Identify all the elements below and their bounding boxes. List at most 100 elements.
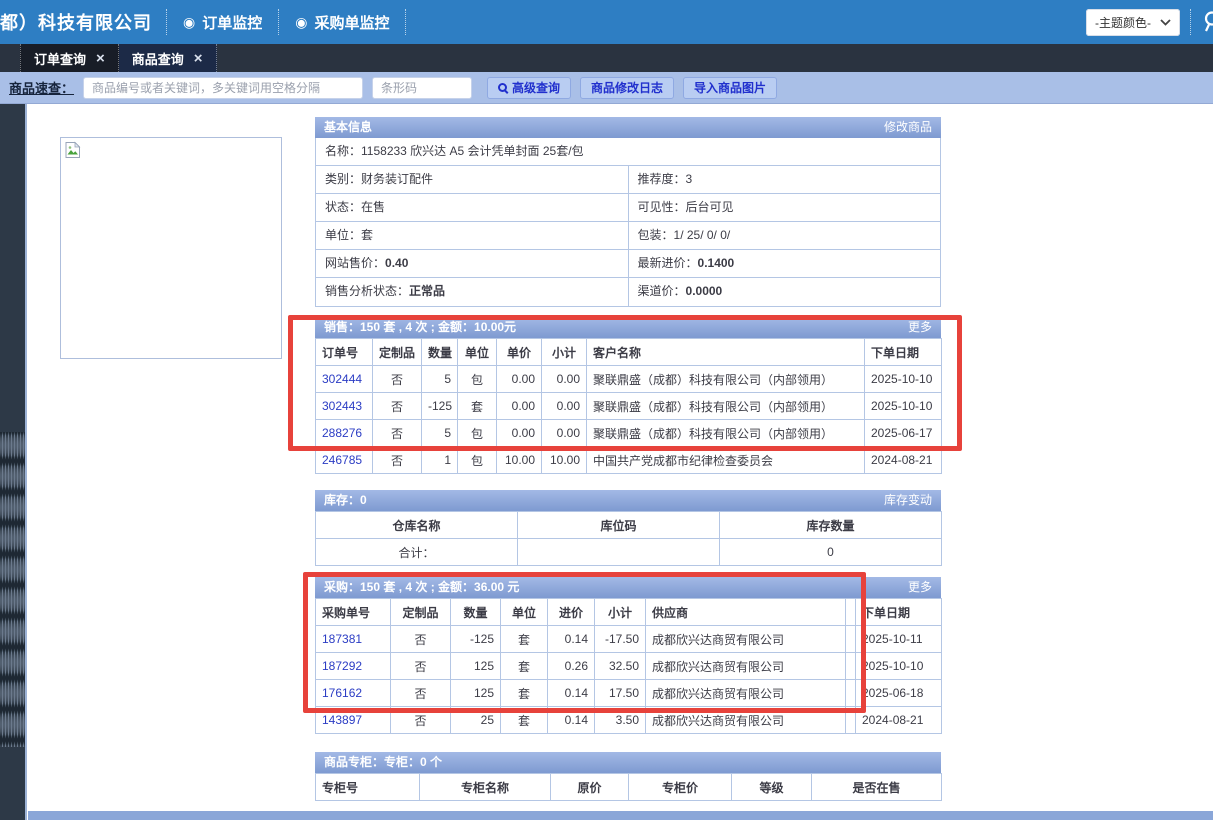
- table-cell: 17.50: [595, 680, 646, 707]
- field-label: 最新进价：: [638, 256, 698, 270]
- table-cell[interactable]: 176162: [316, 680, 391, 707]
- info-row: 名称：1158233 欣兴达 A5 会计凭单封面 25套/包: [316, 138, 940, 166]
- field-value: 后台可见: [686, 200, 734, 214]
- panel-title: 商品专柜：专柜：0 个: [324, 752, 442, 773]
- button-label: 商品修改日志: [591, 79, 663, 96]
- order-link[interactable]: 288276: [322, 426, 362, 440]
- table-cell: 成都欣兴达商贸有限公司: [646, 680, 846, 707]
- purchase-order-link[interactable]: 187292: [322, 659, 362, 673]
- inventory-header: 库存：0 库存变动: [315, 490, 941, 511]
- tab-product-query[interactable]: 商品查询 ×: [119, 44, 217, 72]
- table-cell: 125: [451, 653, 501, 680]
- theme-select-value: -主题颜色-: [1095, 14, 1151, 31]
- column-header: 是否在售: [812, 774, 942, 801]
- keyword-input[interactable]: [83, 77, 363, 99]
- table-cell: 否: [373, 447, 422, 474]
- column-header: 客户名称: [587, 339, 865, 366]
- table-cell: 聚联鼎盛（成都）科技有限公司（内部领用）: [587, 366, 865, 393]
- topnav-purchase-monitor[interactable]: ◉ 采购单监控: [278, 9, 405, 35]
- tab-bar: 订单查询 × 商品查询 ×: [0, 44, 1213, 72]
- column-header: 定制品: [373, 339, 422, 366]
- order-link[interactable]: 246785: [322, 453, 362, 467]
- topbar-right: -主题颜色-: [1086, 9, 1213, 36]
- table-cell[interactable]: 187381: [316, 626, 391, 653]
- search-icon[interactable]: [1201, 9, 1213, 35]
- table-cell: 成都欣兴达商贸有限公司: [646, 653, 846, 680]
- field-value: 0.0000: [686, 284, 723, 298]
- table-cell: 2025-10-10: [865, 366, 942, 393]
- advanced-search-button[interactable]: 高级查询: [487, 77, 571, 99]
- modify-product-link[interactable]: 修改商品: [884, 117, 932, 138]
- broken-image-icon: [64, 141, 82, 159]
- table-cell[interactable]: 288276: [316, 420, 373, 447]
- purchase-more-link[interactable]: 更多: [908, 577, 932, 598]
- field-label: 类别：: [325, 172, 361, 186]
- close-icon[interactable]: ×: [96, 51, 105, 66]
- table-cell[interactable]: 302443: [316, 393, 373, 420]
- column-header: 数量: [422, 339, 458, 366]
- table-cell: 否: [373, 393, 422, 420]
- page: 都）科技有限公司 ◉ 订单监控 ◉ 采购单监控 -主题颜色- 订单查询 × 商品…: [0, 0, 1213, 820]
- inventory-movement-link[interactable]: 库存变动: [884, 490, 932, 511]
- info-row: 类别：财务装订配件推荐度：3: [316, 166, 940, 194]
- quick-search-bar: 商品速查： 高级查询 商品修改日志 导入商品图片: [0, 72, 1213, 104]
- table-cell: 32.50: [595, 653, 646, 680]
- table-cell: 0.00: [497, 393, 542, 420]
- field-value: 0.40: [385, 256, 408, 270]
- field-value: 1158233 欣兴达 A5 会计凭单封面 25套/包: [361, 144, 584, 158]
- column-header: 等级: [732, 774, 812, 801]
- table-cell: 2025-10-10: [856, 653, 942, 680]
- sales-panel: 销售：150 套 , 4 次 ; 金额：10.00元 更多 订单号定制品数量单位…: [315, 317, 941, 474]
- field-label: 推荐度：: [638, 172, 686, 186]
- order-link[interactable]: 302443: [322, 399, 362, 413]
- table-cell: 0.00: [542, 393, 587, 420]
- table-row: 246785否1包10.0010.00中国共产党成都市纪律检查委员会2024-0…: [316, 447, 942, 474]
- column-header: 下单日期: [865, 339, 942, 366]
- import-images-button[interactable]: 导入商品图片: [683, 77, 777, 99]
- table-cell: 2024-08-21: [856, 707, 942, 734]
- product-image-box: [60, 137, 282, 359]
- table-cell: 0.00: [542, 366, 587, 393]
- table-cell[interactable]: 302444: [316, 366, 373, 393]
- table-cell[interactable]: 187292: [316, 653, 391, 680]
- close-icon[interactable]: ×: [194, 51, 203, 66]
- field-value: 1/ 25/ 0/ 0/: [674, 228, 731, 242]
- sales-table: 订单号定制品数量单位单价小计客户名称下单日期 302444否5包0.000.00…: [315, 338, 942, 474]
- purchase-order-link[interactable]: 187381: [322, 632, 362, 646]
- theme-color-select[interactable]: -主题颜色-: [1086, 9, 1180, 36]
- table-cell: 套: [501, 680, 548, 707]
- counter-header: 商品专柜：专柜：0 个: [315, 752, 941, 773]
- order-link[interactable]: 302444: [322, 372, 362, 386]
- column-header: 单位: [501, 599, 548, 626]
- tab-order-query[interactable]: 订单查询 ×: [20, 44, 119, 72]
- column-header: 订单号: [316, 339, 373, 366]
- modify-log-button[interactable]: 商品修改日志: [580, 77, 674, 99]
- sales-more-link[interactable]: 更多: [908, 317, 932, 338]
- column-header: 库位码: [518, 512, 720, 539]
- table-cell: 套: [501, 626, 548, 653]
- field-label: 网站售价：: [325, 256, 385, 270]
- divider: [405, 9, 406, 35]
- info-field: 销售分析状态：正常品: [316, 278, 628, 306]
- table-cell: 成都欣兴达商贸有限公司: [646, 707, 846, 734]
- table-cell: [846, 626, 856, 653]
- table-cell: -125: [451, 626, 501, 653]
- table-cell: 否: [391, 680, 451, 707]
- barcode-input[interactable]: [372, 77, 472, 99]
- table-cell[interactable]: 246785: [316, 447, 373, 474]
- panel-title: 销售：150 套 , 4 次 ; 金额：10.00元: [324, 317, 516, 338]
- purchase-order-link[interactable]: 176162: [322, 686, 362, 700]
- collapsed-sidebar-items[interactable]: [0, 432, 25, 747]
- basic-info-header: 基本信息 修改商品: [315, 117, 941, 138]
- quick-search-label: 商品速查：: [9, 78, 74, 97]
- purchase-order-link[interactable]: 143897: [322, 713, 362, 727]
- tab-label: 订单查询: [34, 49, 86, 68]
- column-header: 采购单号: [316, 599, 391, 626]
- table-row: 143897否25套0.143.50成都欣兴达商贸有限公司2024-08-21: [316, 707, 942, 734]
- table-cell: 1: [422, 447, 458, 474]
- table-row: 302444否5包0.000.00聚联鼎盛（成都）科技有限公司（内部领用）202…: [316, 366, 942, 393]
- topnav-order-monitor[interactable]: ◉ 订单监控: [166, 9, 278, 35]
- column-header: 库存数量: [720, 512, 942, 539]
- table-row: 合计：0: [316, 539, 942, 566]
- table-cell[interactable]: 143897: [316, 707, 391, 734]
